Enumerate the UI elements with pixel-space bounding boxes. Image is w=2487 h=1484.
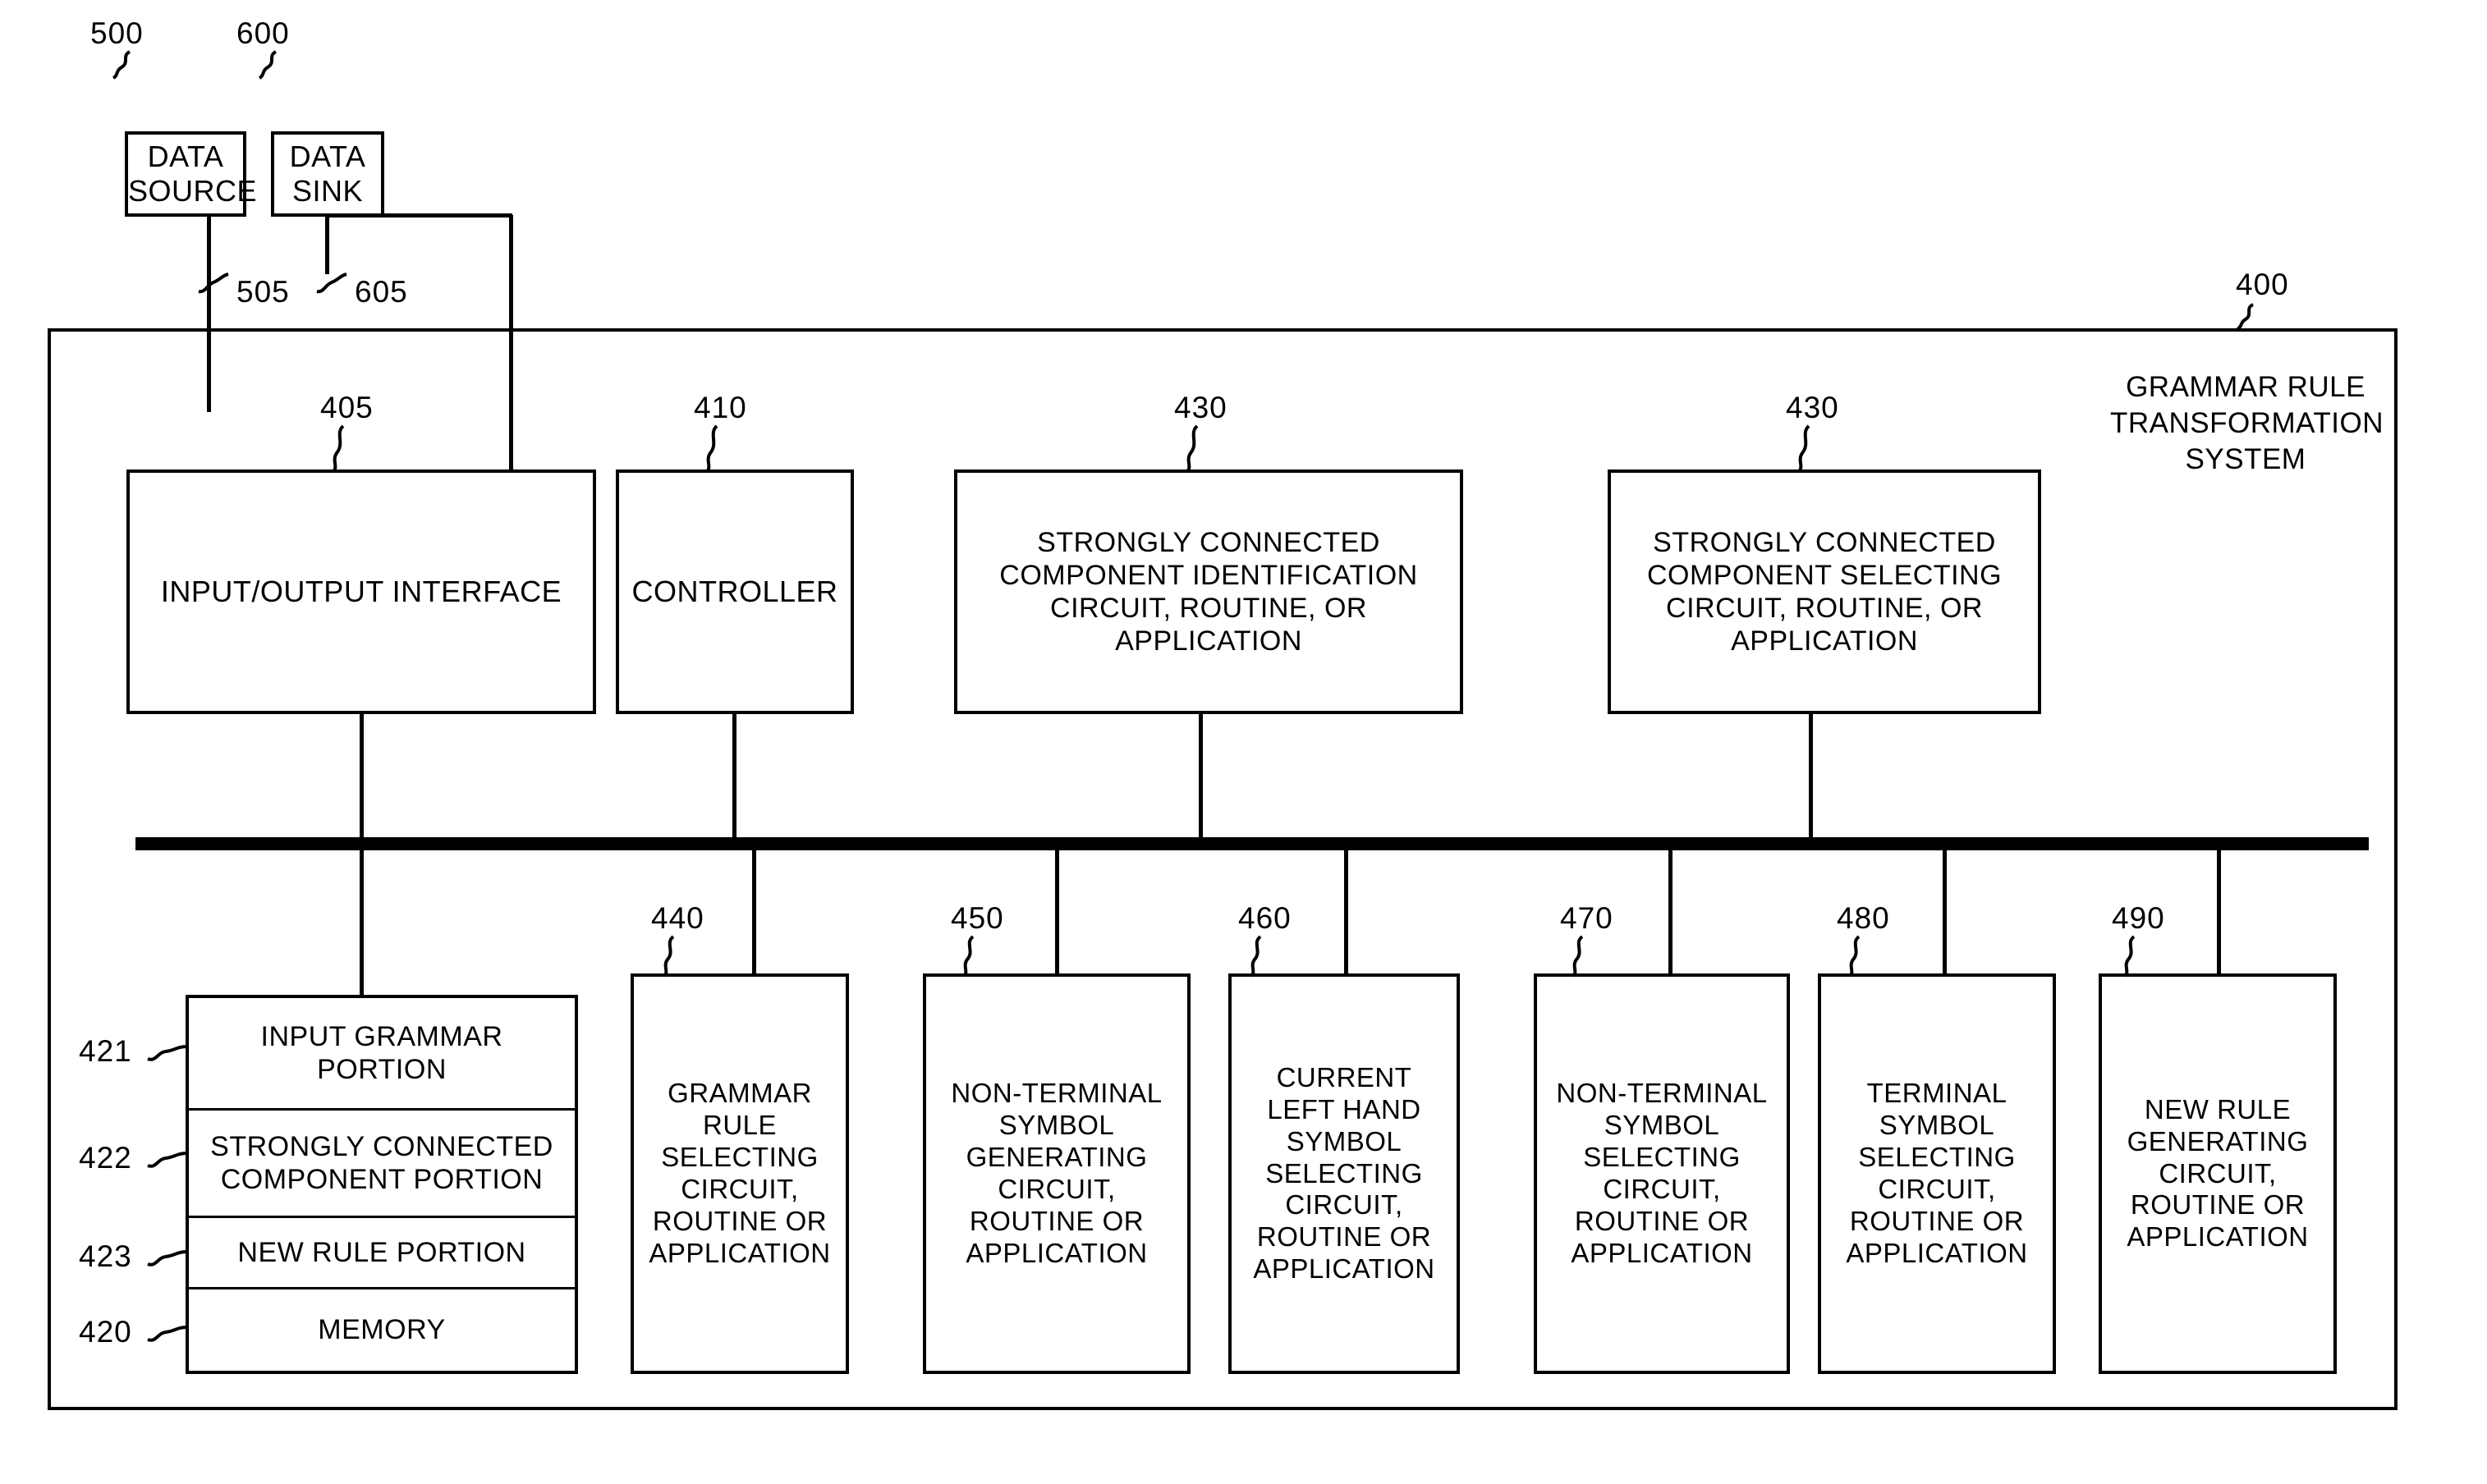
block-controller[interactable]: CONTROLLER [616,469,854,714]
connector-data-source-to-io [207,215,211,412]
block-data-source[interactable]: DATA SOURCE [125,131,257,217]
connector-bus-to-480 [1943,847,1947,975]
ref-numeral-405: 405 [320,391,374,424]
block-new-rule-generating-label: NEW RULE GENERATING CIRCUIT, ROUTINE OR … [2127,1093,2309,1253]
block-current-left-hand-symbol-selecting[interactable]: CURRENT LEFT HAND SYMBOL SELECTING CIRCU… [1228,973,1460,1374]
ref-numeral-400: 400 [2236,268,2289,301]
block-scc-selecting[interactable]: STRONGLY CONNECTED COMPONENT SELECTING C… [1608,469,2041,714]
system-bus [135,837,2369,850]
leader-squiggle-410 [705,424,718,474]
memory-stack[interactable]: INPUT GRAMMAR PORTION STRONGLY CONNECTED… [186,995,578,1374]
ref-numeral-440: 440 [651,901,704,935]
block-current-left-hand-symbol-selecting-label: CURRENT LEFT HAND SYMBOL SELECTING CIRCU… [1253,1061,1435,1285]
memory-input-grammar-portion-label: INPUT GRAMMAR PORTION [260,1020,503,1085]
memory-label: MEMORY [318,1314,446,1346]
leader-squiggle-605 [316,273,347,294]
connector-bus-to-490 [2217,847,2221,975]
leader-squiggle-450 [962,935,975,978]
connector-controller-to-bus [732,712,736,845]
ref-numeral-480: 480 [1837,901,1890,935]
block-input-output-interface[interactable]: INPUT/OUTPUT INTERFACE [126,469,596,714]
leader-squiggle-600 [258,50,278,80]
ref-numeral-490: 490 [2112,901,2165,935]
block-nonterminal-symbol-generating[interactable]: NON-TERMINAL SYMBOL GENERATING CIRCUIT, … [923,973,1191,1374]
connector-scc-selecting-to-bus [1809,712,1813,845]
ref-numeral-423: 423 [79,1239,132,1273]
leader-squiggle-480 [1848,935,1861,978]
connector-io-to-bus [360,712,364,845]
ref-numeral-460: 460 [1238,901,1292,935]
connector-data-sink-stub [325,215,329,274]
connector-data-sink-to-io [509,215,513,471]
memory-new-rule-portion[interactable]: NEW RULE PORTION [189,1218,575,1289]
leader-squiggle-421 [147,1045,188,1061]
block-nonterminal-symbol-generating-label: NON-TERMINAL SYMBOL GENERATING CIRCUIT, … [951,1078,1163,1268]
leader-squiggle-422 [147,1152,188,1168]
ref-numeral-410: 410 [694,391,747,424]
block-terminal-symbol-selecting-label: TERMINAL SYMBOL SELECTING CIRCUIT, ROUTI… [1846,1078,2028,1268]
ref-numeral-420: 420 [79,1315,132,1349]
block-controller-label: CONTROLLER [631,574,838,608]
leader-squiggle-420 [147,1326,188,1342]
leader-squiggle-430-identification [1186,424,1199,474]
leader-squiggle-423 [147,1250,188,1266]
block-input-output-interface-label: INPUT/OUTPUT INTERFACE [160,574,562,608]
ref-numeral-605: 605 [355,275,408,309]
ref-numeral-470: 470 [1560,901,1613,935]
leader-squiggle-500 [112,50,131,80]
ref-numeral-421: 421 [79,1034,132,1068]
block-data-source-label: DATA SOURCE [128,139,258,208]
leader-squiggle-405 [332,424,345,474]
block-scc-identification-label: STRONGLY CONNECTED COMPONENT IDENTIFICAT… [999,526,1418,657]
leader-squiggle-470 [1572,935,1584,978]
leader-squiggle-440 [663,935,675,978]
connector-bus-to-memory [360,847,364,996]
ref-numeral-450: 450 [951,901,1004,935]
connector-scc-identification-to-bus [1199,712,1203,845]
block-nonterminal-symbol-selecting-label: NON-TERMINAL SYMBOL SELECTING CIRCUIT, R… [1556,1078,1768,1268]
ref-numeral-422: 422 [79,1141,132,1175]
connector-bus-to-450 [1055,847,1059,975]
ref-numeral-430-identification: 430 [1174,391,1227,424]
connector-bus-to-440 [752,847,756,975]
leader-squiggle-490 [2123,935,2136,978]
memory-label-cell[interactable]: MEMORY [189,1289,575,1371]
leader-squiggle-400 [2236,303,2255,331]
ref-numeral-430-selecting: 430 [1786,391,1839,424]
ref-numeral-505: 505 [236,275,290,309]
memory-new-rule-portion-label: NEW RULE PORTION [237,1236,526,1268]
block-terminal-symbol-selecting[interactable]: TERMINAL SYMBOL SELECTING CIRCUIT, ROUTI… [1818,973,2056,1374]
leader-squiggle-460 [1250,935,1262,978]
block-grammar-rule-selecting[interactable]: GRAMMAR RULE SELECTING CIRCUIT, ROUTINE … [631,973,849,1374]
block-scc-selecting-label: STRONGLY CONNECTED COMPONENT SELECTING C… [1646,526,2003,657]
memory-scc-portion[interactable]: STRONGLY CONNECTED COMPONENT PORTION [189,1111,575,1218]
leader-squiggle-430-selecting [1797,424,1810,474]
block-data-sink-label: DATA SINK [289,139,366,208]
ref-numeral-600: 600 [236,16,290,50]
connector-bus-to-470 [1668,847,1673,975]
memory-scc-portion-label: STRONGLY CONNECTED COMPONENT PORTION [210,1130,553,1195]
block-new-rule-generating[interactable]: NEW RULE GENERATING CIRCUIT, ROUTINE OR … [2099,973,2337,1374]
ref-numeral-500: 500 [90,16,144,50]
block-nonterminal-symbol-selecting[interactable]: NON-TERMINAL SYMBOL SELECTING CIRCUIT, R… [1534,973,1790,1374]
connector-bus-to-460 [1344,847,1348,975]
block-data-sink[interactable]: DATA SINK [271,131,384,217]
system-title: GRAMMAR RULE TRANSFORMATION SYSTEM [2110,371,2384,475]
memory-input-grammar-portion[interactable]: INPUT GRAMMAR PORTION [189,998,575,1111]
block-scc-identification[interactable]: STRONGLY CONNECTED COMPONENT IDENTIFICAT… [954,469,1463,714]
block-grammar-rule-selecting-label: GRAMMAR RULE SELECTING CIRCUIT, ROUTINE … [649,1078,831,1268]
leader-squiggle-505 [198,273,229,294]
